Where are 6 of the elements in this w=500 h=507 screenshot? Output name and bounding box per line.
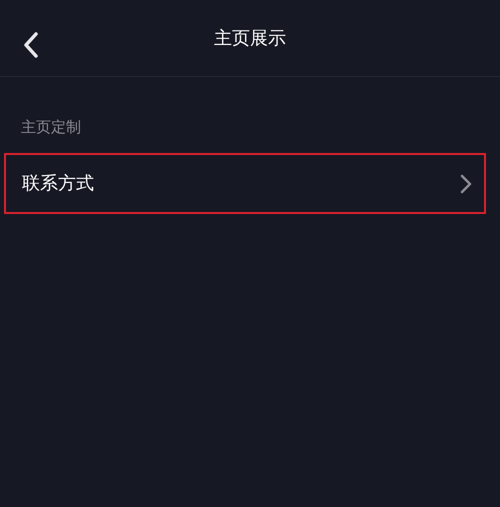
chevron-right-icon — [460, 174, 472, 194]
back-icon — [23, 32, 39, 58]
section-label: 主页定制 — [21, 118, 81, 136]
contact-row[interactable]: 联系方式 — [4, 153, 486, 214]
row-label: 联系方式 — [22, 172, 94, 196]
page-title: 主页展示 — [214, 26, 286, 50]
